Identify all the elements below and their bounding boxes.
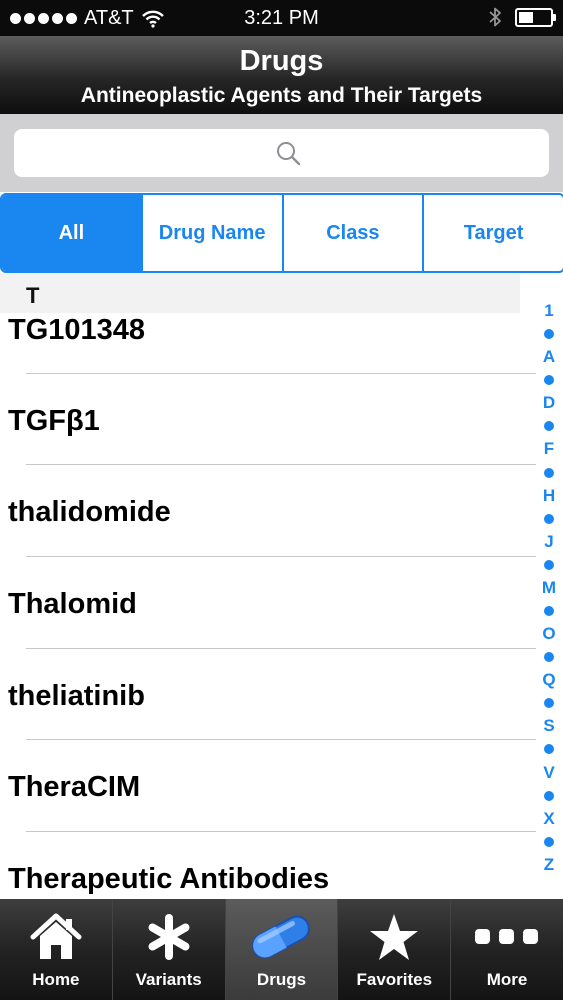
asterisk-icon: [148, 914, 190, 960]
list-item[interactable]: Therapeutic Antibodies: [0, 862, 540, 898]
tab-drugs[interactable]: Drugs: [224, 899, 338, 1000]
tab-label: Variants: [135, 970, 202, 989]
tab-label: Home: [32, 970, 80, 989]
list-item[interactable]: TheraCIM: [0, 770, 540, 862]
drug-name: thalidomide: [8, 496, 171, 528]
index-a[interactable]: A: [534, 347, 563, 367]
status-right: [489, 7, 556, 27]
drug-name: Therapeutic Antibodies: [8, 863, 330, 895]
list-item[interactable]: TG101348: [0, 313, 540, 405]
section-header: T: [0, 273, 520, 313]
index-o[interactable]: O: [534, 624, 563, 644]
list-item[interactable]: Thalomid: [0, 587, 540, 679]
index-dot[interactable]: [544, 698, 554, 709]
tab-label: Favorites: [356, 970, 433, 989]
list-item[interactable]: thalidomide: [0, 495, 540, 587]
index-z[interactable]: Z: [534, 855, 563, 875]
tab-label: Drugs: [256, 970, 307, 989]
page-title: Drugs: [239, 45, 324, 77]
segment-drug-name[interactable]: Drug Name: [140, 195, 282, 271]
index-s[interactable]: S: [534, 716, 563, 736]
index-dot[interactable]: [544, 513, 554, 524]
index-1[interactable]: 1: [534, 301, 563, 321]
bluetooth-icon: [489, 7, 501, 27]
tab-more[interactable]: More: [450, 899, 563, 1000]
tab-label: More: [486, 970, 528, 989]
section-letter: T: [26, 283, 40, 308]
index-j[interactable]: J: [534, 532, 563, 552]
status-time: 3:21 PM: [244, 7, 319, 29]
divider: [26, 739, 536, 740]
search-area: [0, 114, 563, 192]
drug-name: TheraCIM: [8, 771, 141, 803]
index-dot[interactable]: [544, 375, 554, 386]
drug-name: TG101348: [8, 314, 146, 346]
divider: [26, 464, 536, 465]
tab-variants[interactable]: Variants: [111, 899, 225, 1000]
index-dot[interactable]: [544, 559, 554, 570]
search-input[interactable]: [14, 129, 549, 177]
list-item[interactable]: TGFβ1: [0, 404, 540, 496]
navigation-bar: Drugs Antineoplastic Agents and Their Ta…: [0, 36, 563, 114]
index-dot[interactable]: [544, 467, 554, 478]
index-x[interactable]: X: [534, 809, 563, 829]
search-icon: [277, 142, 301, 166]
index-f[interactable]: F: [534, 439, 563, 459]
segment-target[interactable]: Target: [422, 195, 563, 271]
divider: [26, 556, 536, 557]
pill-icon: [252, 915, 311, 959]
divider: [26, 831, 536, 832]
segment-class[interactable]: Class: [281, 195, 423, 271]
list-item[interactable]: theliatinib: [0, 679, 540, 771]
drug-name: theliatinib: [8, 680, 145, 712]
segment-all[interactable]: All: [2, 195, 141, 271]
index-dot[interactable]: [544, 836, 554, 847]
filter-segmented-control: All Drug Name Class Target: [0, 193, 563, 273]
index-dot[interactable]: [544, 606, 554, 617]
drug-name: Thalomid: [8, 588, 137, 620]
index-dot[interactable]: [544, 790, 554, 801]
index-dot[interactable]: [544, 652, 554, 663]
page-subtitle: Antineoplastic Agents and Their Targets: [80, 84, 483, 107]
index-v[interactable]: V: [534, 763, 563, 783]
divider: [26, 648, 536, 649]
status-bar: AT&T 3:21 PM: [0, 0, 563, 36]
section-index[interactable]: 1 A D F H J M O Q S V X Z: [534, 301, 563, 875]
battery-icon: [515, 7, 556, 27]
tab-bar: Home Variants Drugs Favorites More: [0, 899, 563, 1000]
index-h[interactable]: H: [534, 486, 563, 506]
tab-home[interactable]: Home: [0, 899, 112, 1000]
index-dot[interactable]: [544, 744, 554, 755]
drug-name: TGFβ1: [8, 405, 100, 437]
index-dot[interactable]: [544, 329, 554, 340]
divider: [26, 373, 536, 374]
index-d[interactable]: D: [534, 393, 563, 413]
index-m[interactable]: M: [534, 578, 563, 598]
home-icon: [30, 913, 82, 959]
more-icon: [475, 929, 539, 944]
index-q[interactable]: Q: [534, 670, 563, 690]
tab-favorites[interactable]: Favorites: [337, 899, 450, 1000]
star-icon: [370, 914, 419, 960]
index-dot[interactable]: [544, 421, 554, 432]
